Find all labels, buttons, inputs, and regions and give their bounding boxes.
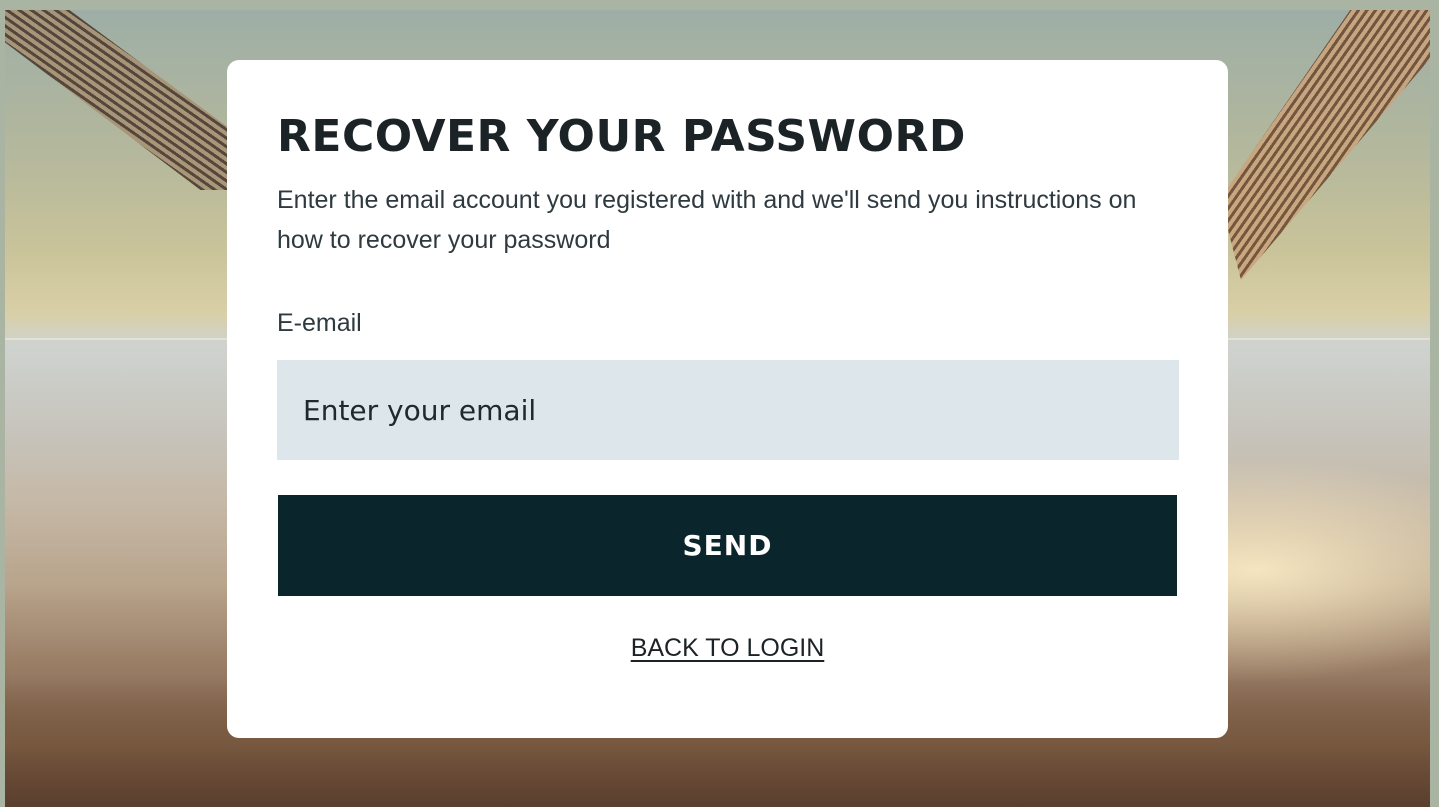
recover-password-card: RECOVER YOUR PASSWORD Enter the email ac… xyxy=(227,60,1228,738)
instructions-text: Enter the email account you registered w… xyxy=(277,186,1137,254)
send-button[interactable]: SEND xyxy=(278,495,1177,596)
page-title: RECOVER YOUR PASSWORD xyxy=(277,111,966,162)
email-label: E-email xyxy=(277,309,362,337)
hammock-right-edge xyxy=(1220,10,1430,280)
page: RECOVER YOUR PASSWORD Enter the email ac… xyxy=(0,0,1439,807)
email-input[interactable] xyxy=(277,360,1179,460)
hammock-left-edge xyxy=(5,10,235,190)
back-to-login-link[interactable]: BACK TO LOGIN xyxy=(277,634,1178,663)
